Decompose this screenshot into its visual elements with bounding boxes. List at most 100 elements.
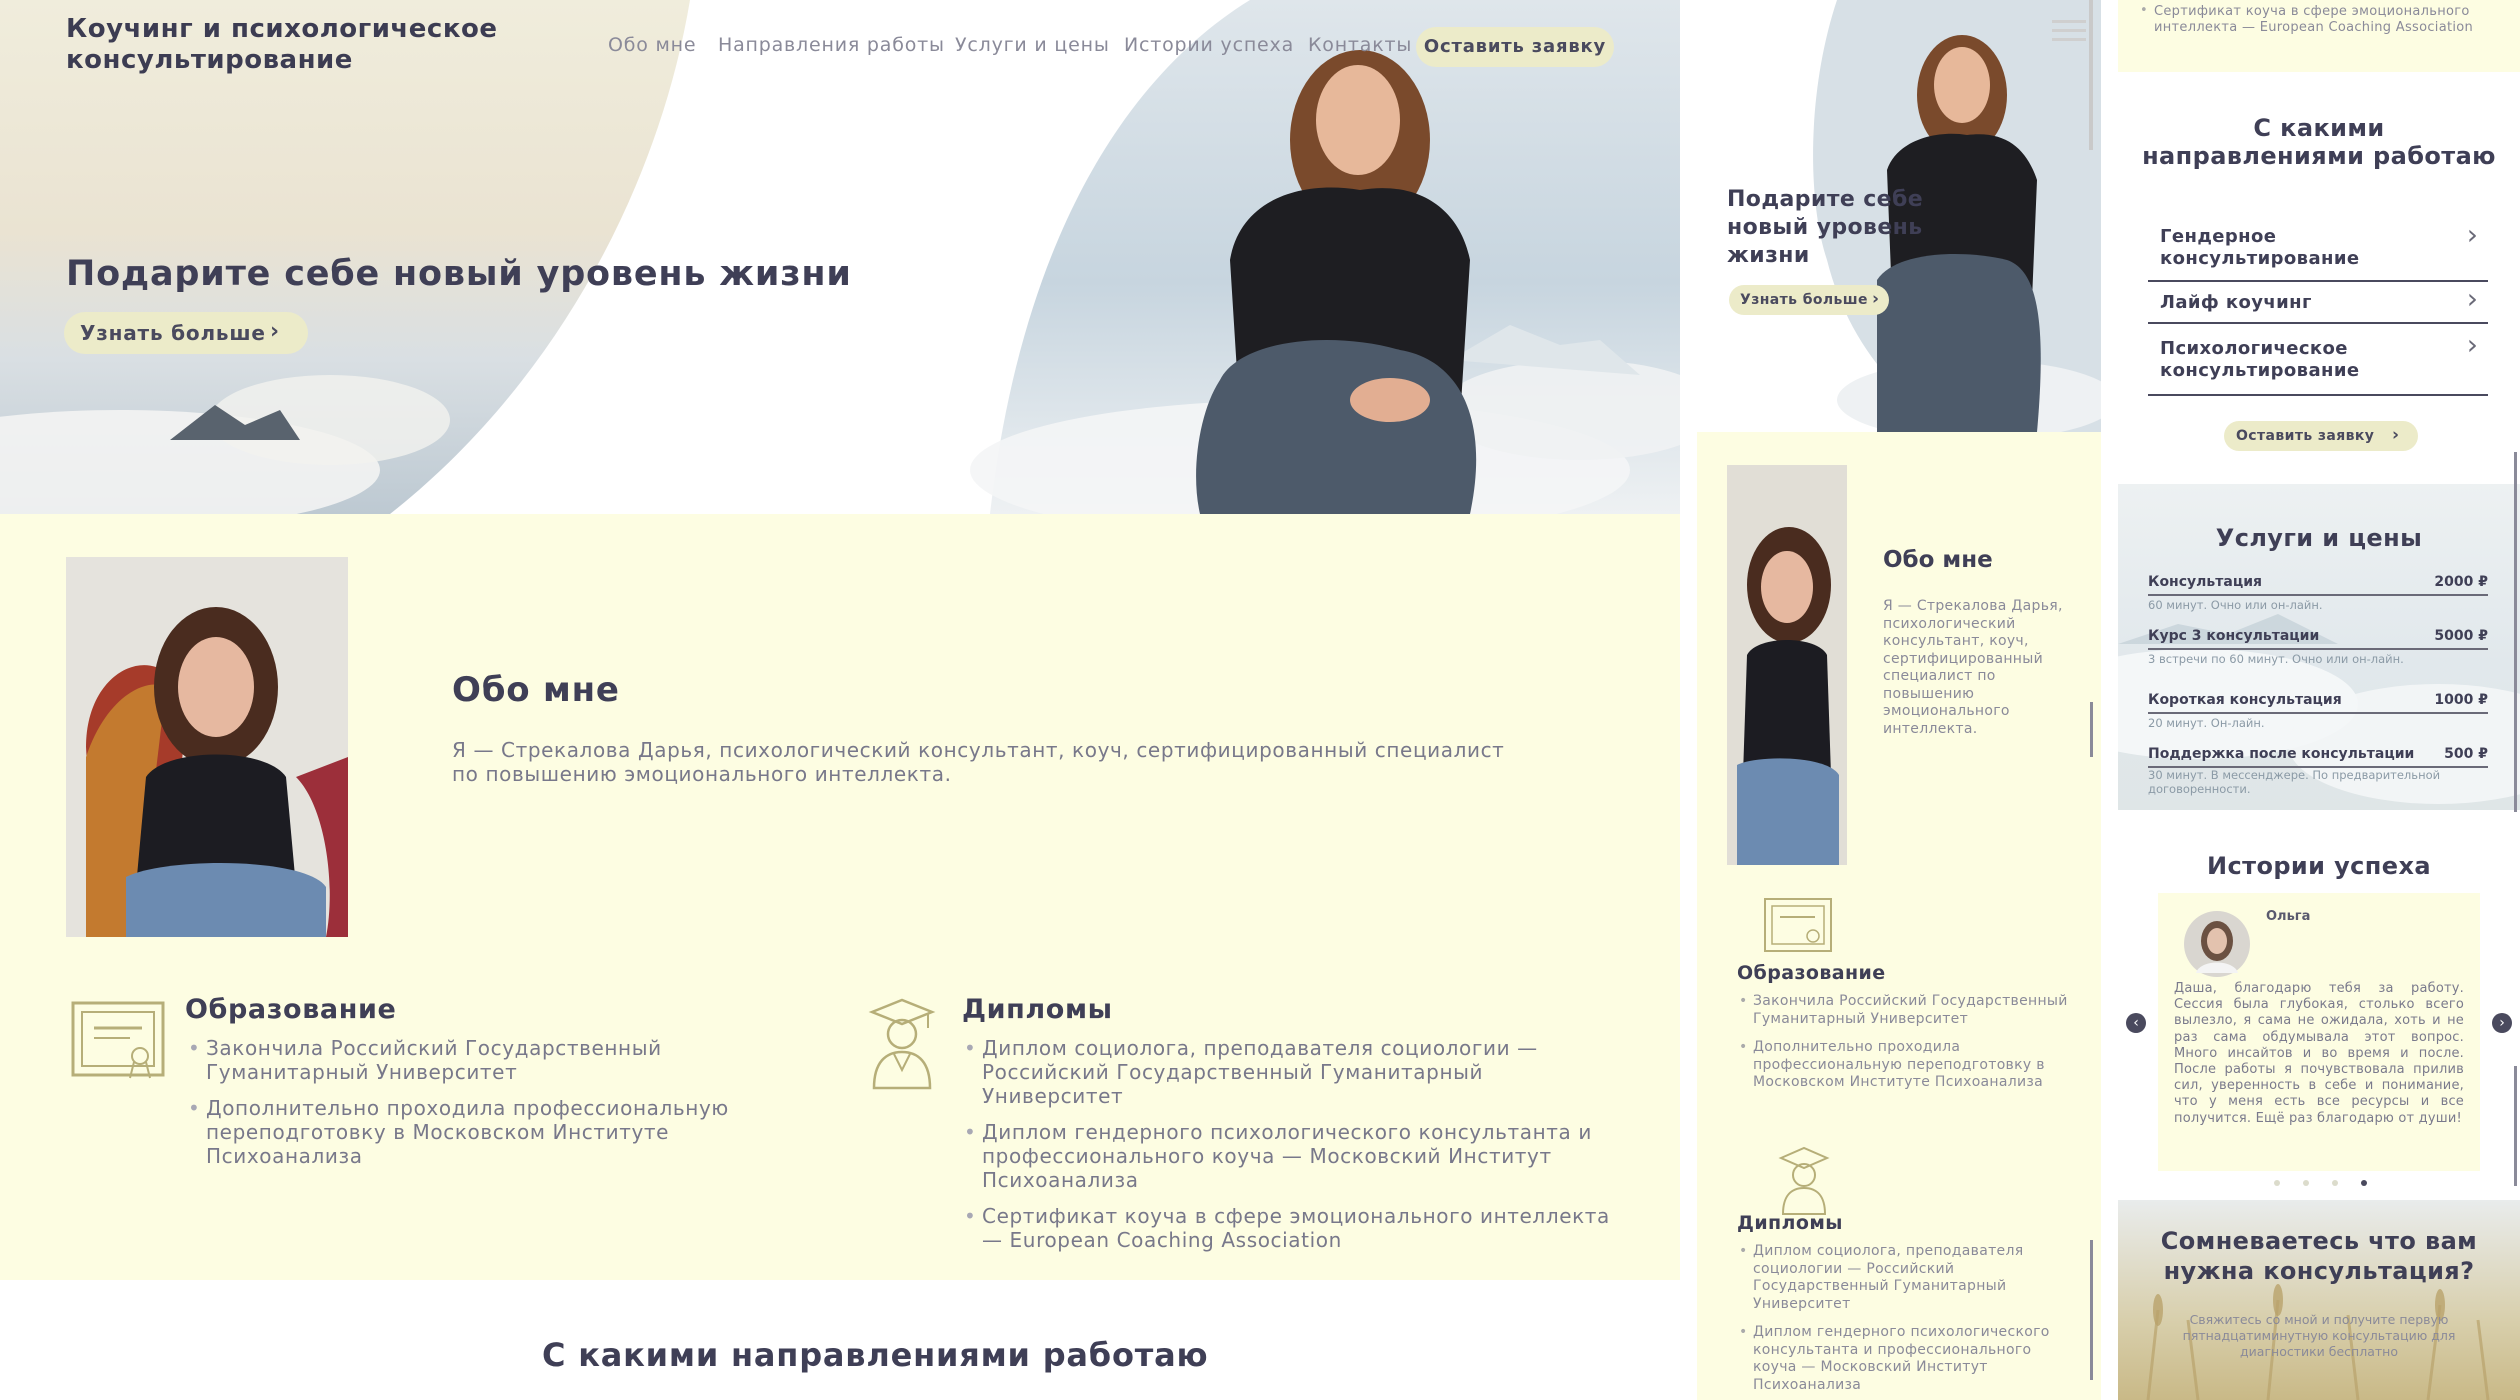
chevron-right-icon: › [270,319,280,344]
mobile-education-list: Закончила Российский Государственный Гум… [1737,993,2073,1103]
mobile-portrait-photo [1727,465,1847,865]
service-note: 3 встречи по 60 минут. Очно или он-лайн. [2148,652,2404,666]
mobile-diplomas-list: Диплом социолога, преподавателя социолог… [1737,1243,2073,1400]
graduate-icon [868,998,936,1090]
chevron-right-icon: › [2392,425,2400,445]
carousel-dot-active[interactable] [2361,1180,2367,1186]
about-title: Обо мне [452,670,620,710]
diploma-item: Диплом социолога, преподавателя социолог… [1739,1243,2073,1313]
directions-title: С какими направлениями работаю [542,1336,1209,1374]
scrollbar[interactable] [2089,0,2093,150]
mobile-hero-title: Подарите себе новый уровень жизни [1727,187,1924,268]
scroll-indicator[interactable] [2514,452,2517,812]
education-item: Закончила Российский Государственный Гум… [1739,993,2073,1028]
nav-about[interactable]: Обо мне [608,34,696,56]
mobile-about-title: Обо мне [1883,547,1993,573]
direction-life-coaching[interactable]: Лайф коучинг › [2148,282,2488,324]
education-item: Дополнительно проходила профессиональную… [1739,1039,2073,1092]
mobile-diplomas-title: Дипломы [1737,1212,1843,1234]
doubt-text: Свяжитесь со мной и получите первую пятн… [2182,1312,2456,1359]
diplomas-title: Дипломы [962,994,1113,1025]
service-name: Поддержка после консультации [2148,746,2415,762]
nav-stories[interactable]: Истории успеха [1124,34,1294,56]
site-logo[interactable]: Коучинг и психологическое консультирован… [66,14,506,76]
direction-label: Гендерное консультирование [2160,226,2360,269]
hero-section: Коучинг и психологическое консультирован… [0,0,1680,514]
service-price: 500 ₽ [2444,746,2488,762]
mobile-learn-more-button[interactable]: Узнать больше › [1729,285,1889,315]
nav-directions[interactable]: Направления работы [718,34,945,56]
diploma-item: Диплом гендерного психологического консу… [964,1120,1612,1192]
doubt-title: Сомневаетесь что вам нужна консультация? [2160,1227,2478,1285]
service-row[interactable]: Консультация 2000 ₽ [2148,568,2488,596]
service-note: 20 минут. Он-лайн. [2148,716,2265,730]
service-price: 1000 ₽ [2434,692,2488,708]
service-row[interactable]: Курс 3 консультации 5000 ₽ [2148,622,2488,650]
carousel-dot[interactable] [2332,1180,2338,1186]
nav-services[interactable]: Услуги и цены [955,34,1110,56]
stories-title: Истории успеха [2207,852,2431,880]
service-note: 30 минут. В мессенджере. По предваритель… [2148,768,2441,796]
top-bullet-block: Сертификат коуча в сфере эмоционального … [2118,0,2520,72]
learn-more-button[interactable]: Узнать больше › [64,312,308,354]
direction-gender[interactable]: Гендерное консультирование › [2148,218,2488,282]
reviewer-name: Ольга [2266,909,2311,924]
service-row[interactable]: Короткая консультация 1000 ₽ [2148,686,2488,714]
carousel-prev-icon[interactable]: ‹ [2126,1013,2146,1033]
service-name: Консультация [2148,574,2263,590]
services-title: Услуги и цены [2215,524,2423,552]
service-name: Курс 3 консультации [2148,628,2320,644]
direction-psychological[interactable]: Психологическое консультирование › [2148,328,2488,396]
certificate-icon [1764,898,1832,952]
chevron-right-icon: › [1872,289,1880,309]
top-bullet-text: Сертификат коуча в сфере эмоционального … [2154,4,2474,35]
about-section: Обо мне Я — Стрекалова Дарья, психологич… [0,514,1680,1280]
mobile-request-button[interactable]: Оставить заявку › [2224,421,2418,451]
education-list: Закончила Российский Государственный Гум… [186,1036,766,1180]
scroll-indicator[interactable] [2090,702,2093,757]
chevron-right-icon: › [2466,328,2478,361]
hamburger-menu-icon[interactable] [2052,20,2086,44]
service-note: 60 минут. Очно или он-лайн. [2148,598,2323,612]
service-price: 5000 ₽ [2434,628,2488,644]
service-name: Короткая консультация [2148,692,2342,708]
carousel-next-icon[interactable]: › [2492,1013,2512,1033]
doubt-section: Сомневаетесь что вам нужна консультация?… [2118,1200,2520,1400]
diploma-item: Диплом гендерного психологического консу… [1739,1324,2073,1394]
direction-label: Психологическое консультирование [2160,338,2360,381]
diploma-item: Сертификат коуча в сфере эмоционального … [964,1204,1612,1252]
carousel-dots [2274,1180,2374,1188]
hero-title: Подарите себе новый уровень жизни [66,254,852,294]
desktop-view: Коучинг и психологическое консультирован… [0,0,1680,1400]
reviewer-avatar [2184,911,2250,977]
chevron-right-icon: › [2466,282,2478,315]
scroll-indicator[interactable] [2090,1240,2093,1380]
diplomas-list: Диплом социолога, преподавателя социолог… [962,1036,1612,1264]
request-label: Оставить заявку [2236,428,2375,444]
bullet-dot: • [2140,3,2148,18]
carousel-dot[interactable] [2303,1180,2309,1186]
directions-title: С какими направлениями работаю [2142,114,2496,170]
education-item: Закончила Российский Государственный Гум… [188,1036,766,1084]
portrait-photo [66,557,348,937]
mobile-about-section: Обо мне Я — Стрекалова Дарья, психологич… [1697,432,2101,1400]
mobile-about-text: Я — Стрекалова Дарья, психологический ко… [1883,598,2063,737]
education-item: Дополнительно проходила профессиональную… [188,1096,766,1168]
service-row[interactable]: Поддержка после консультации 500 ₽ [2148,740,2488,768]
certificate-icon [71,1001,165,1079]
request-button[interactable]: Оставить заявку [1416,27,1614,67]
mobile-learn-more-label: Узнать больше [1740,292,1868,308]
services-section: Услуги и цены Консультация 2000 ₽ 60 мин… [2118,484,2520,810]
education-title: Образование [185,994,397,1025]
carousel-dot[interactable] [2274,1180,2280,1186]
chevron-right-icon: › [2466,218,2478,251]
mobile-education-title: Образование [1737,962,1886,984]
service-price: 2000 ₽ [2434,574,2488,590]
learn-more-label: Узнать больше [80,321,266,345]
story-text: Даша, благодарю тебя за работу. Сессия б… [2174,981,2464,1126]
about-text: Я — Стрекалова Дарья, психологический ко… [452,738,1505,786]
diploma-item: Диплом социолога, преподавателя социолог… [964,1036,1612,1108]
story-card: Ольга Даша, благодарю тебя за работу. Се… [2158,893,2480,1171]
nav-contacts[interactable]: Контакты [1308,34,1412,56]
scroll-indicator[interactable] [2514,1066,2517,1186]
